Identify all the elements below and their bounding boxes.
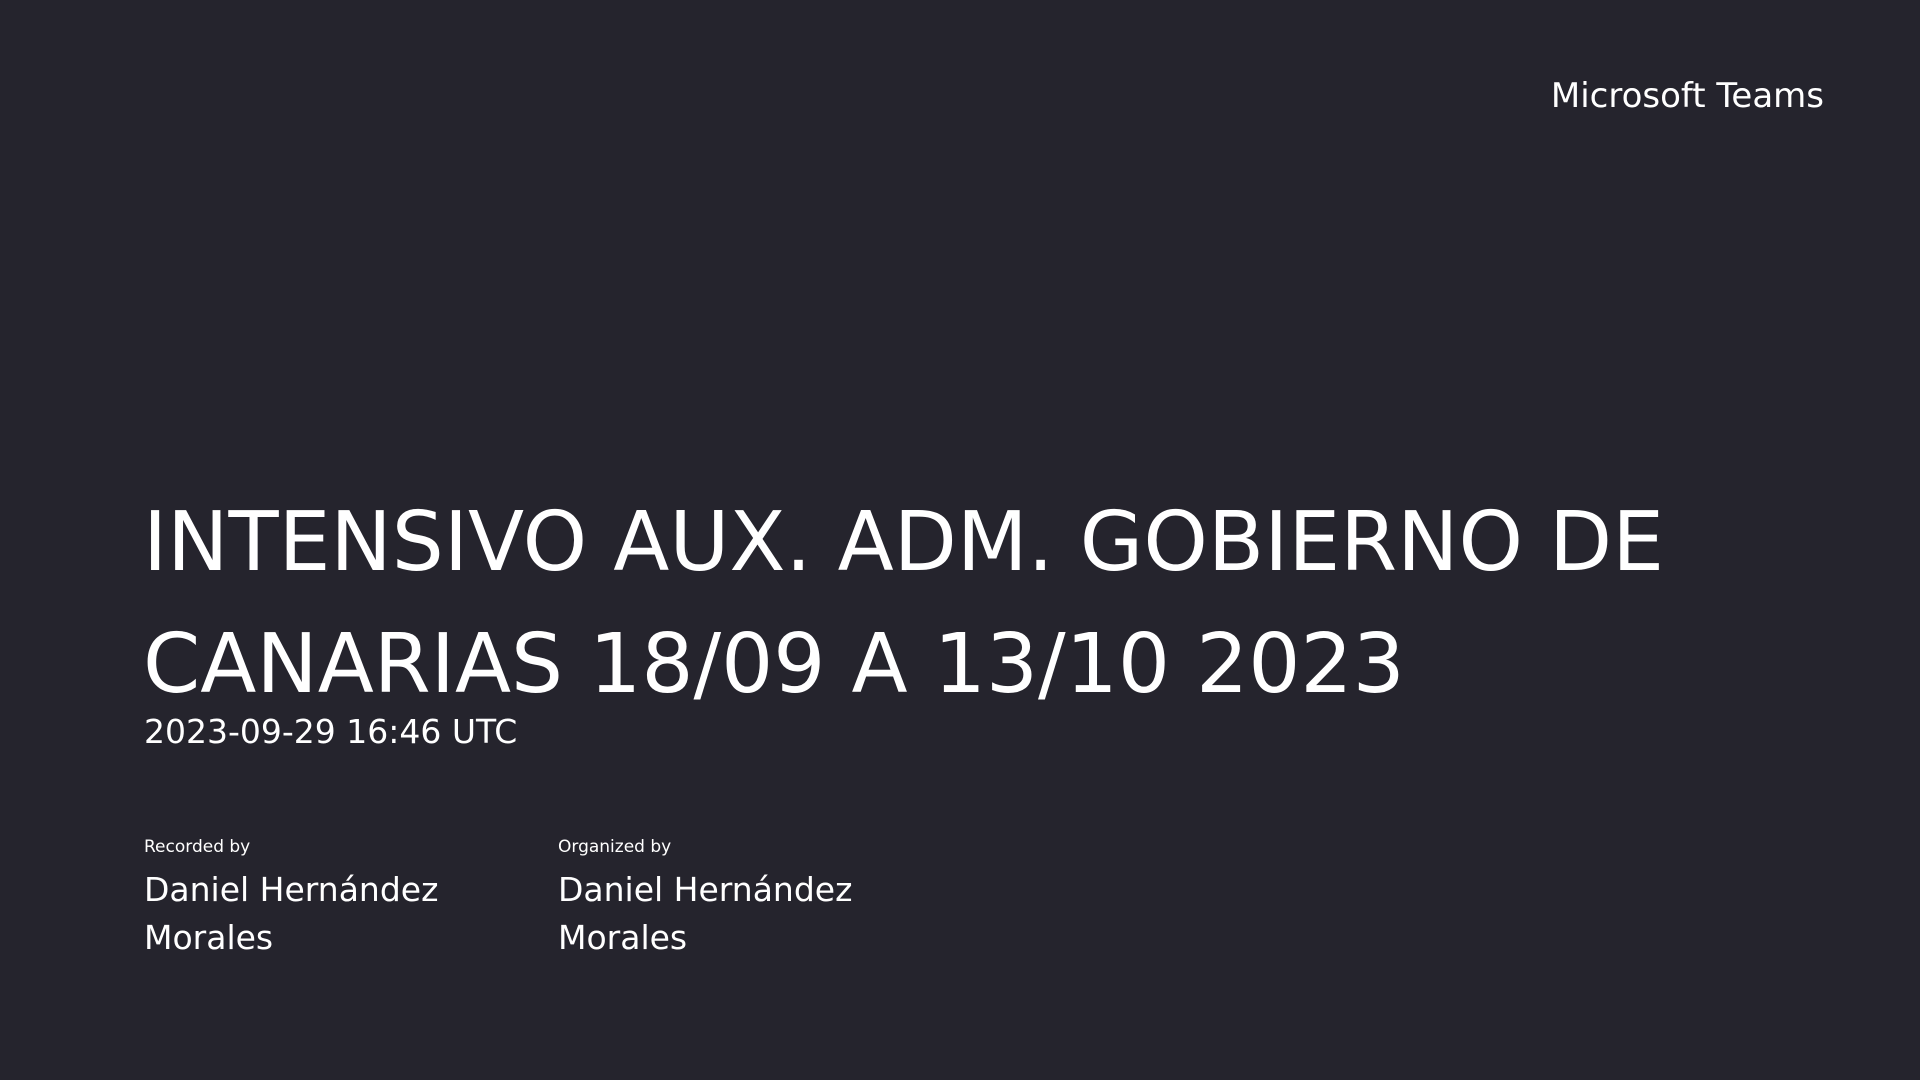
recorded-by-block: Recorded by Daniel Hernández Morales <box>144 836 558 962</box>
meeting-datetime: 2023-09-29 16:46 UTC <box>144 712 518 751</box>
meeting-title: INTENSIVO AUX. ADM. GOBIERNO DE CANARIAS… <box>143 495 1665 712</box>
organized-by-label: Organized by <box>558 837 672 857</box>
organized-by-name: Daniel Hernández Morales <box>558 870 853 957</box>
organized-by-block: Organized by Daniel Hernández Morales <box>558 836 972 962</box>
recorded-by-name: Daniel Hernández Morales <box>144 870 439 957</box>
people-section: Recorded by Daniel Hernández Morales Org… <box>144 836 972 962</box>
brand-label: Microsoft Teams <box>1550 76 1824 116</box>
recorded-by-label: Recorded by <box>144 837 251 857</box>
